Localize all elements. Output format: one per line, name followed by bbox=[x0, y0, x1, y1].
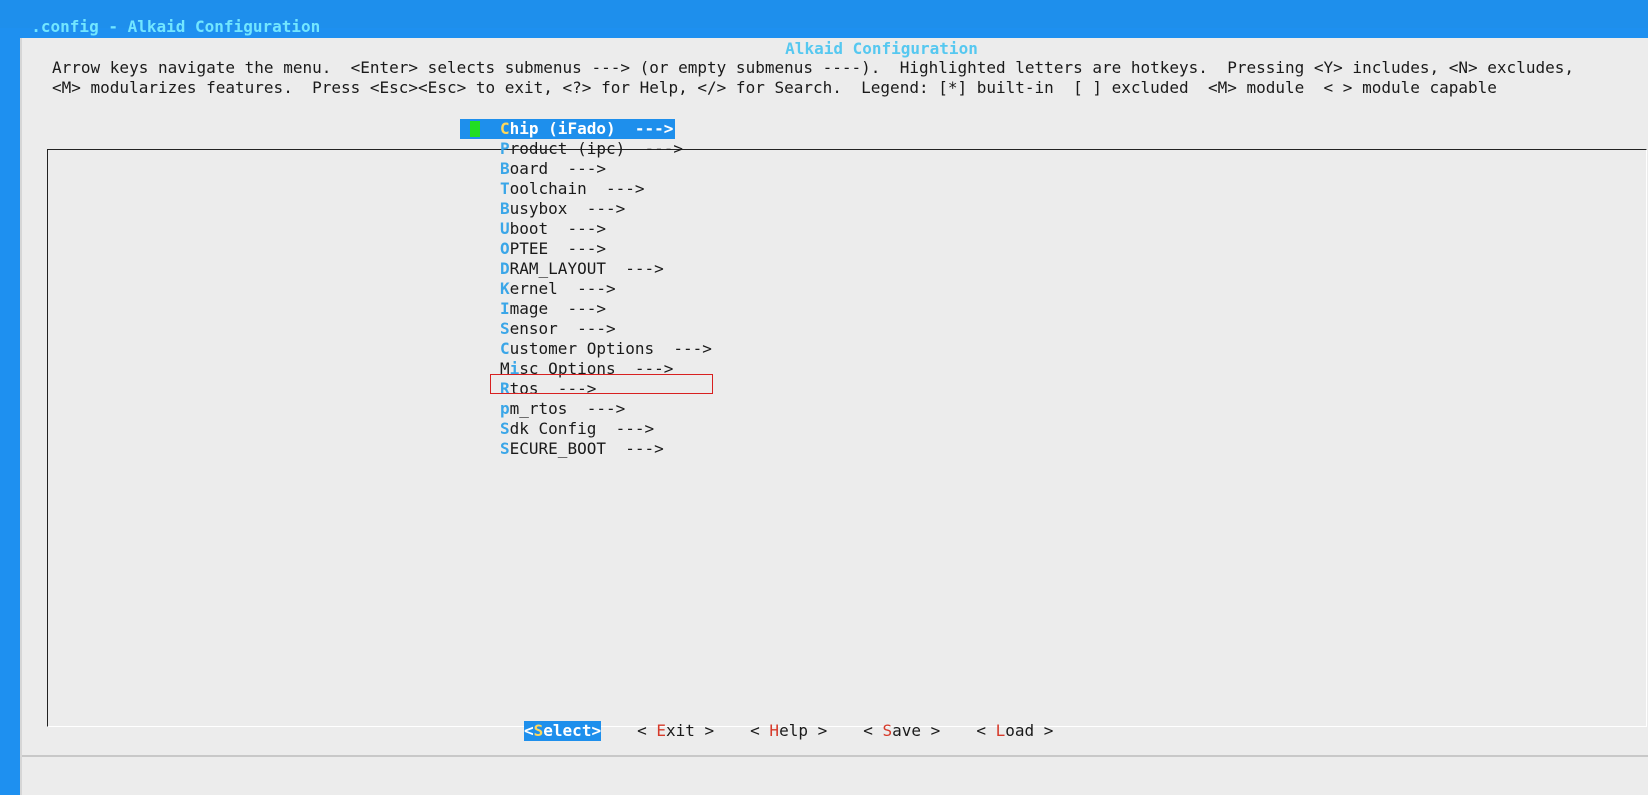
hotkey-letter: L bbox=[995, 721, 1006, 740]
menu-frame bbox=[47, 149, 1647, 727]
hotkey-letter: S bbox=[500, 319, 510, 338]
menu-item-chip[interactable]: Chip (iFado) ---> bbox=[460, 119, 676, 139]
menu-item-label: RAM_LAYOUT ---> bbox=[509, 259, 664, 278]
hotkey-letter: R bbox=[500, 379, 510, 398]
menu-item-label: roduct (ipc) ---> bbox=[509, 139, 684, 158]
menu-item-customer-options[interactable]: Customer Options ---> bbox=[460, 339, 712, 359]
menu-item-misc-options[interactable]: Misc Options ---> bbox=[460, 359, 712, 379]
hotkey-letter: H bbox=[769, 721, 780, 740]
hotkey-letter: T bbox=[500, 179, 510, 198]
menu-item-label: PTEE ---> bbox=[509, 239, 606, 258]
hotkey-letter: I bbox=[500, 299, 510, 318]
menu-item-image[interactable]: Image ---> bbox=[460, 299, 712, 319]
menu-item-kernel[interactable]: Kernel ---> bbox=[460, 279, 712, 299]
hotkey-letter: K bbox=[500, 279, 510, 298]
menu-item-rtos[interactable]: Rtos ---> bbox=[460, 379, 712, 399]
menu-item-label: ustomer Options ---> bbox=[509, 339, 712, 358]
hotkey-letter: S bbox=[500, 439, 510, 458]
menu-item-label: mage ---> bbox=[509, 299, 606, 318]
menu-item-label: m_rtos ---> bbox=[509, 399, 626, 418]
menu-item-label: ernel ---> bbox=[509, 279, 616, 298]
menu-item-label: sc Options ---> bbox=[519, 359, 674, 378]
window-title: .config - Alkaid Configuration bbox=[31, 17, 321, 36]
hotkey-letter: S bbox=[500, 419, 510, 438]
menu-item-sensor[interactable]: Sensor ---> bbox=[460, 319, 712, 339]
menu-item-sdk-config[interactable]: Sdk Config ---> bbox=[460, 419, 712, 439]
menu-item-pm-rtos[interactable]: pm_rtos ---> bbox=[460, 399, 712, 419]
menu-item-secure-boot[interactable]: SECURE_BOOT ---> bbox=[460, 439, 712, 459]
help-line-1: Arrow keys navigate the menu. <Enter> se… bbox=[52, 58, 1574, 77]
select-button[interactable]: <Select> bbox=[524, 721, 602, 741]
menu-item-product[interactable]: Product (ipc) ---> bbox=[460, 139, 712, 159]
hotkey-letter: C bbox=[500, 339, 510, 358]
menu-item-board[interactable]: Board ---> bbox=[460, 159, 712, 179]
menu-item-label: tos ---> bbox=[509, 379, 597, 398]
help-button[interactable]: < Help > bbox=[750, 721, 827, 741]
menu-item-label: oolchain ---> bbox=[509, 179, 645, 198]
menu-item-dram-layout[interactable]: DRAM_LAYOUT ---> bbox=[460, 259, 712, 279]
hotkey-letter: B bbox=[500, 199, 510, 218]
menu-list: Chip (iFado) ---> Product (ipc) ---> Boa… bbox=[460, 119, 712, 459]
hotkey-letter: E bbox=[656, 721, 666, 740]
hotkey-letter: O bbox=[500, 239, 510, 258]
menu-item-label: ensor ---> bbox=[509, 319, 616, 338]
window-title-bar: .config - Alkaid Configuration bbox=[0, 0, 1648, 36]
menu-item-toolchain[interactable]: Toolchain ---> bbox=[460, 179, 712, 199]
hotkey-letter: D bbox=[500, 259, 510, 278]
help-text: Arrow keys navigate the menu. <Enter> se… bbox=[52, 58, 1574, 98]
config-dialog: Alkaid Configuration Arrow keys navigate… bbox=[20, 38, 1648, 795]
menu-item-label-prefix: M bbox=[500, 359, 510, 378]
dialog-bottom-border bbox=[22, 755, 1648, 757]
hotkey-letter: i bbox=[509, 359, 520, 378]
menu-item-label: hip (iFado) ---> bbox=[509, 119, 674, 138]
hotkey-letter: P bbox=[500, 139, 510, 158]
menu-item-optee[interactable]: OPTEE ---> bbox=[460, 239, 712, 259]
help-line-2: <M> modularizes features. Press <Esc><Es… bbox=[52, 78, 1497, 97]
hotkey-letter: U bbox=[500, 219, 510, 238]
menu-item-busybox[interactable]: Busybox ---> bbox=[460, 199, 712, 219]
menu-item-uboot[interactable]: Uboot ---> bbox=[460, 219, 712, 239]
dialog-title: Alkaid Configuration bbox=[785, 39, 978, 58]
hotkey-letter: S bbox=[533, 721, 544, 740]
cursor-block bbox=[470, 121, 480, 137]
hotkey-letter: p bbox=[500, 399, 510, 418]
menu-item-label: boot ---> bbox=[509, 219, 606, 238]
hotkey-letter: C bbox=[500, 119, 510, 138]
button-bar: <Select> < Exit > < Help > < Save > < Lo… bbox=[524, 721, 1053, 741]
menu-item-label: usybox ---> bbox=[509, 199, 626, 218]
load-button[interactable]: < Load > bbox=[976, 721, 1053, 741]
menu-item-label: oard ---> bbox=[509, 159, 606, 178]
save-button[interactable]: < Save > bbox=[863, 721, 940, 741]
menu-item-label: ECURE_BOOT ---> bbox=[509, 439, 664, 458]
hotkey-letter: S bbox=[882, 721, 893, 740]
exit-button[interactable]: < Exit > bbox=[637, 721, 714, 741]
menu-item-label: dk Config ---> bbox=[509, 419, 655, 438]
hotkey-letter: B bbox=[500, 159, 510, 178]
